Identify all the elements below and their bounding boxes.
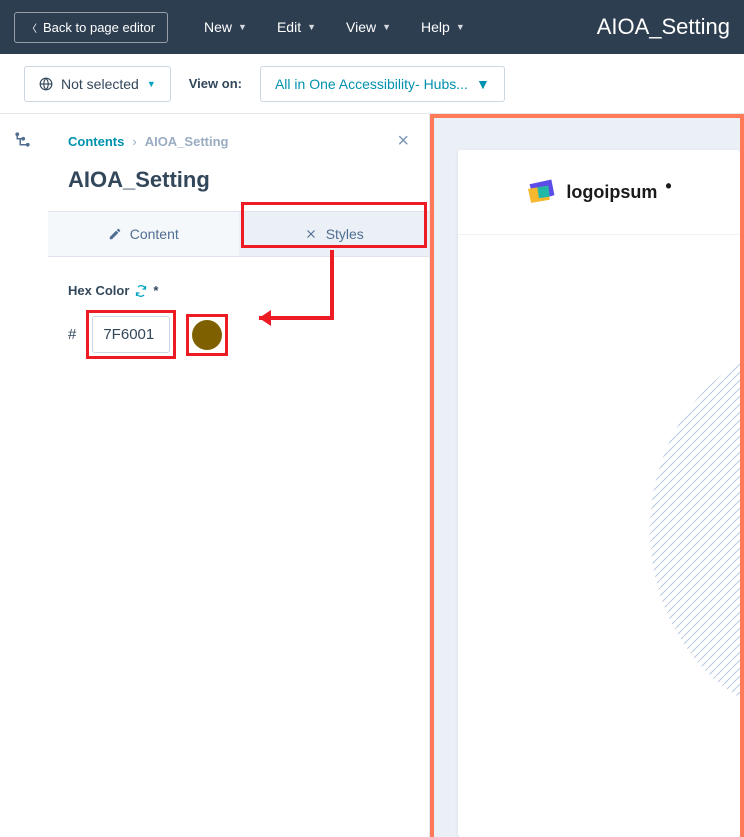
preview-pane: logoipsum • (430, 114, 744, 837)
hash-symbol: # (68, 326, 76, 343)
hex-input-row: # (68, 310, 409, 359)
required-asterisk: * (153, 283, 158, 298)
domain-selector[interactable]: Not selected ▼ (24, 66, 171, 102)
caret-down-icon: ▼ (476, 76, 490, 92)
hex-color-label: Hex Color * (68, 283, 409, 298)
styles-panel: Hex Color * # (48, 257, 429, 385)
sidebar-tabs: Content Styles (48, 211, 429, 257)
preview-card: logoipsum • (458, 150, 740, 837)
menu-new[interactable]: New▼ (204, 19, 247, 35)
secondary-toolbar: Not selected ▼ View on: All in One Acces… (0, 54, 744, 114)
close-icon[interactable]: × (397, 130, 409, 153)
preview-logo-dot: • (665, 176, 671, 197)
page-title: AIOA_Setting (597, 14, 730, 40)
caret-down-icon: ▼ (147, 79, 156, 89)
back-to-editor-button[interactable]: 〈 Back to page editor (14, 12, 168, 43)
sidebar-title: AIOA_Setting (48, 163, 429, 211)
top-header: 〈 Back to page editor New▼ Edit▼ View▼ H… (0, 0, 744, 54)
back-label: Back to page editor (43, 20, 155, 35)
logo-mark-icon (526, 178, 558, 206)
breadcrumb-contents-link[interactable]: Contents (68, 134, 124, 149)
globe-icon (39, 77, 53, 91)
view-on-label: View on: (189, 76, 242, 91)
pencil-icon (108, 227, 122, 241)
caret-down-icon: ▼ (382, 22, 391, 32)
tab-styles[interactable]: Styles (239, 212, 430, 256)
breadcrumb-current: AIOA_Setting (145, 134, 229, 149)
breadcrumb-separator: › (132, 134, 136, 149)
tree-icon[interactable] (15, 132, 33, 150)
vertical-nav (0, 114, 48, 837)
breadcrumb: Contents › AIOA_Setting × (48, 114, 429, 163)
chevron-left-icon: 〈 (27, 20, 37, 35)
caret-down-icon: ▼ (456, 22, 465, 32)
menu-bar: New▼ Edit▼ View▼ Help▼ (204, 19, 465, 35)
tab-content[interactable]: Content (48, 212, 239, 256)
hex-input-highlight (86, 310, 176, 359)
menu-help[interactable]: Help▼ (421, 19, 465, 35)
menu-edit[interactable]: Edit▼ (277, 19, 316, 35)
preview-logo-header: logoipsum • (458, 150, 740, 235)
main-content: Contents › AIOA_Setting × AIOA_Setting C… (0, 114, 744, 837)
editor-sidebar: Contents › AIOA_Setting × AIOA_Setting C… (48, 114, 430, 837)
color-swatch[interactable] (192, 320, 222, 350)
menu-view[interactable]: View▼ (346, 19, 391, 35)
caret-down-icon: ▼ (307, 22, 316, 32)
decorative-pattern (620, 340, 740, 720)
refresh-icon[interactable] (135, 285, 147, 297)
caret-down-icon: ▼ (238, 22, 247, 32)
swatch-highlight (186, 314, 228, 356)
view-on-dropdown[interactable]: All in One Accessibility- Hubs... ▼ (260, 66, 505, 102)
brush-icon (304, 227, 318, 241)
preview-logo-text: logoipsum (566, 182, 657, 203)
hex-color-input[interactable] (92, 316, 170, 353)
